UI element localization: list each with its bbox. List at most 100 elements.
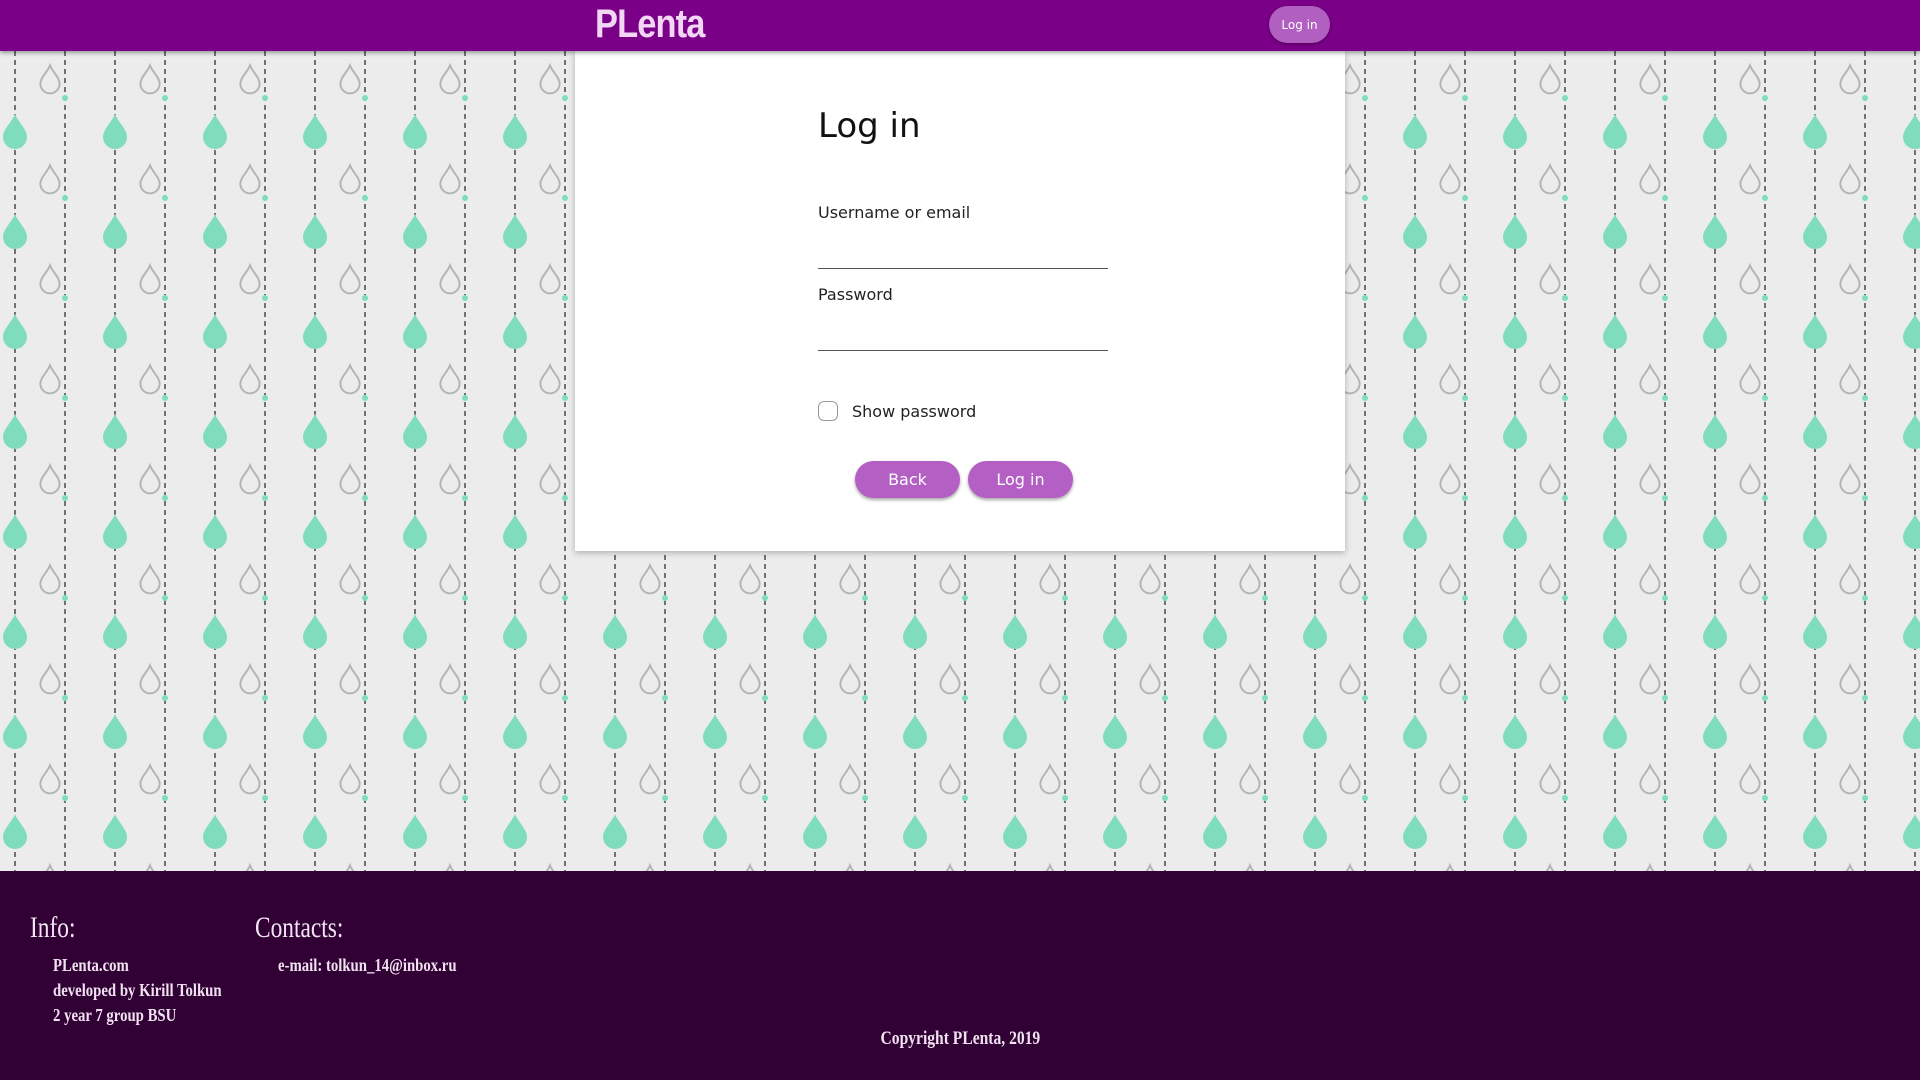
drop-outline-icon xyxy=(39,462,61,495)
drop-filled-icon xyxy=(1403,714,1427,749)
drop-filled-icon xyxy=(403,214,427,249)
drop-outline-icon xyxy=(139,62,161,95)
drop-filled-icon xyxy=(1903,114,1920,149)
drop-filled-icon xyxy=(3,714,27,749)
pattern-dot xyxy=(262,595,268,601)
pattern-dot xyxy=(1062,795,1068,801)
pattern-dot xyxy=(462,295,468,301)
drop-filled-icon xyxy=(603,814,627,849)
drop-outline-icon xyxy=(1739,662,1761,695)
drop-filled-icon xyxy=(1503,614,1527,649)
pattern-dot xyxy=(62,195,68,201)
drop-outline-icon xyxy=(539,162,561,195)
drop-outline-icon xyxy=(1739,62,1761,95)
back-button[interactable]: Back xyxy=(855,461,960,498)
pattern-dot xyxy=(962,695,968,701)
drop-outline-icon xyxy=(39,262,61,295)
pattern-dot xyxy=(1862,495,1868,501)
drop-outline-icon xyxy=(939,762,961,795)
drop-filled-icon xyxy=(103,714,127,749)
login-submit-button[interactable]: Log in xyxy=(968,461,1073,498)
drop-outline-icon xyxy=(1739,362,1761,395)
drop-outline-icon xyxy=(1839,262,1861,295)
drop-filled-icon xyxy=(403,314,427,349)
pattern-dot xyxy=(362,95,368,101)
pattern-dot xyxy=(762,795,768,801)
drop-outline-icon xyxy=(1739,162,1761,195)
pattern-dot xyxy=(262,695,268,701)
pattern-dot xyxy=(1562,695,1568,701)
drop-outline-icon xyxy=(239,362,261,395)
pattern-dot xyxy=(1662,95,1668,101)
drop-filled-icon xyxy=(803,714,827,749)
drop-outline-icon xyxy=(1539,362,1561,395)
pattern-dot xyxy=(1062,595,1068,601)
drop-filled-icon xyxy=(1603,214,1627,249)
pattern-dot xyxy=(1862,295,1868,301)
drop-filled-icon xyxy=(303,214,327,249)
pattern-dot xyxy=(1562,95,1568,101)
drop-filled-icon xyxy=(1703,414,1727,449)
pattern-dot xyxy=(1462,395,1468,401)
drop-outline-icon xyxy=(539,762,561,795)
pattern-dot xyxy=(62,795,68,801)
drop-outline-icon xyxy=(339,462,361,495)
drop-outline-icon xyxy=(339,762,361,795)
pattern-dot xyxy=(462,595,468,601)
pattern-dot xyxy=(1362,295,1368,301)
drop-outline-icon xyxy=(339,362,361,395)
pattern-dot xyxy=(562,95,568,101)
drop-outline-icon xyxy=(1739,262,1761,295)
drop-outline-icon xyxy=(239,462,261,495)
pattern-dot xyxy=(1762,495,1768,501)
drop-outline-icon xyxy=(439,162,461,195)
drop-outline-icon xyxy=(39,62,61,95)
pattern-dot xyxy=(1662,295,1668,301)
footer: Info: PLenta.com developed by Kirill Tol… xyxy=(0,871,1920,1080)
header-login-button[interactable]: Log in xyxy=(1269,6,1330,43)
drop-filled-icon xyxy=(1803,114,1827,149)
drop-outline-icon xyxy=(639,662,661,695)
drop-outline-icon xyxy=(1139,562,1161,595)
drop-filled-icon xyxy=(103,814,127,849)
drop-filled-icon xyxy=(503,714,527,749)
drop-filled-icon xyxy=(603,614,627,649)
drop-filled-icon xyxy=(1603,714,1627,749)
drop-outline-icon xyxy=(1639,562,1661,595)
drop-filled-icon xyxy=(403,614,427,649)
pattern-dot xyxy=(1762,795,1768,801)
drop-filled-icon xyxy=(1803,214,1827,249)
drop-outline-icon xyxy=(39,162,61,195)
drop-outline-icon xyxy=(1439,762,1461,795)
show-password-toggle[interactable]: Show password xyxy=(818,401,976,421)
drop-outline-icon xyxy=(139,762,161,795)
show-password-checkbox[interactable] xyxy=(818,401,838,421)
drop-outline-icon xyxy=(1539,762,1561,795)
drop-outline-icon xyxy=(239,762,261,795)
password-field[interactable] xyxy=(818,316,1108,351)
drop-filled-icon xyxy=(103,314,127,349)
pattern-dot xyxy=(1362,495,1368,501)
pattern-dot xyxy=(1362,595,1368,601)
username-field[interactable] xyxy=(818,234,1108,269)
pattern-dot xyxy=(1362,95,1368,101)
drop-filled-icon xyxy=(1203,714,1227,749)
drop-filled-icon xyxy=(703,714,727,749)
pattern-dot xyxy=(1362,195,1368,201)
drop-filled-icon xyxy=(1503,414,1527,449)
pattern-dot xyxy=(1762,695,1768,701)
drop-outline-icon xyxy=(1439,162,1461,195)
drop-filled-icon xyxy=(1203,814,1227,849)
brand-logo[interactable]: PLenta xyxy=(595,2,705,47)
drop-filled-icon xyxy=(403,514,427,549)
drop-filled-icon xyxy=(303,314,327,349)
drop-outline-icon xyxy=(1839,662,1861,695)
show-password-label[interactable]: Show password xyxy=(852,402,976,421)
pattern-dot xyxy=(1362,395,1368,401)
drop-outline-icon xyxy=(1439,662,1461,695)
top-navbar: PLenta Log in xyxy=(0,0,1920,51)
pattern-dot xyxy=(1762,195,1768,201)
pattern-dot xyxy=(362,295,368,301)
drop-outline-icon xyxy=(39,762,61,795)
drop-filled-icon xyxy=(1703,114,1727,149)
